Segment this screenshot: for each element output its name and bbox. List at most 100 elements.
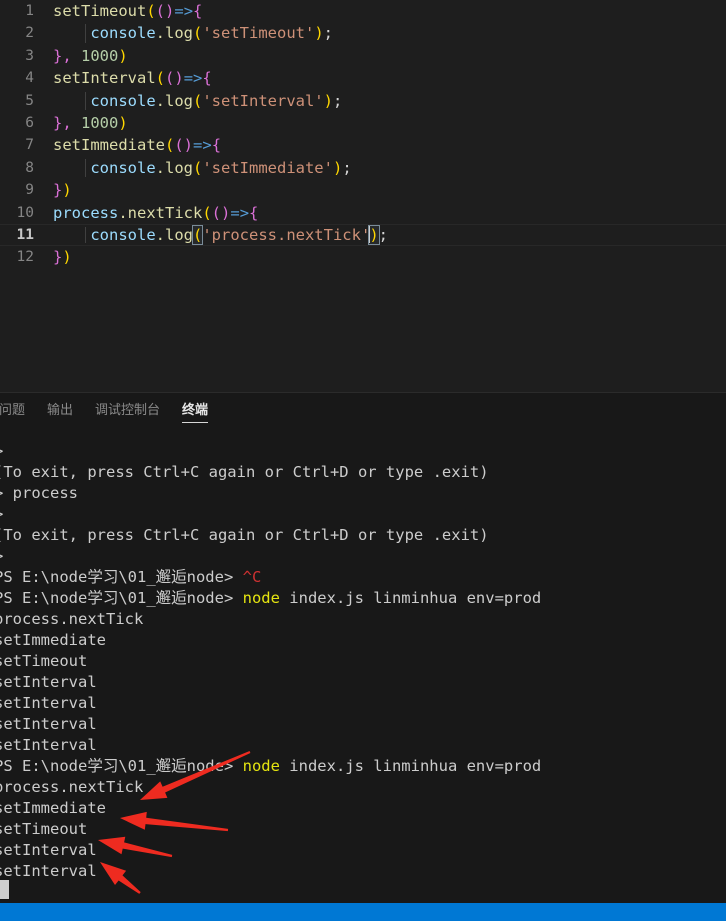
line-number: 8 [25,159,34,176]
terminal-text: PS E:\node学习\01_邂逅node> [0,757,243,775]
token-arrow: => [183,69,203,88]
line-content: setInterval(()=>{ [53,67,212,89]
terminal-text: setInterval [0,694,97,712]
token-bracket: ) [183,136,194,155]
line-number: 1 [25,3,34,19]
token-bracket: ( [165,69,175,88]
token-bracket: ( [202,203,212,222]
token-string: 'process.nextTick' [202,225,371,244]
line-content: console.log('setTimeout'); [53,22,333,44]
terminal-line: PS E:\node学习\01_邂逅node> ^C [0,567,726,588]
terminal-text: > [0,547,3,565]
tab-debug-console[interactable]: 调试控制台 [84,393,171,428]
terminal-line: PS E:\node学习\01_邂逅node> node index.js li… [0,588,726,609]
token-bracket-match-open: ( [191,224,204,245]
token-brace: }, [53,113,81,132]
tab-output[interactable]: 输出 [36,393,84,428]
token-brace: { [202,69,212,88]
tab-label: 终端 [182,403,209,418]
terminal-text: > [0,505,3,523]
tab-label: 问题 [0,403,26,418]
terminal-text: node [242,589,280,607]
terminal-line: setInterval [0,672,726,693]
token-bracket: ) [165,2,175,20]
code-line-active[interactable]: 11 console.log('process.nextTick'); [0,223,726,247]
token-method: .nextTick [118,203,203,222]
token-arrow: => [193,136,212,155]
terminal-line: > [0,546,726,567]
terminal-line: setInterval [0,840,726,861]
token-bracket: ) [221,203,231,222]
token-semicolon: ; [323,24,333,43]
token-brace: { [193,2,203,20]
token-function: setTimeout [53,2,147,20]
panel-tabbar: 问题 输出 调试控制台 终端 [0,393,726,428]
line-number: 3 [25,47,34,64]
code-line[interactable]: 9 }) [0,179,726,201]
line-number: 7 [25,137,34,154]
tab-terminal[interactable]: 终端 [171,393,219,428]
code-line[interactable]: 4 setInterval(()=>{ [0,67,726,89]
line-content: console.log('setImmediate'); [53,157,351,179]
code-line[interactable]: 5 console.log('setInterval'); [0,90,726,112]
terminal-line: process.nextTick [0,609,726,630]
token-bracket: ) [314,24,324,43]
terminal-text: index.js linminhua env=prod [279,757,542,775]
terminal-line: setInterval [0,735,726,756]
terminal-text: setInterval [0,673,97,691]
code-editor[interactable]: 1 setTimeout(()=>{ 2 console.log('setTim… [0,0,726,392]
terminal-text: PS E:\node学习\01_邂逅node> [0,589,243,607]
code-line[interactable]: 8 console.log('setImmediate'); [0,157,726,179]
token-method: .log [155,225,193,244]
token-bracket: ) [118,113,128,132]
line-content: }, 1000) [53,112,128,134]
terminal-text: setInterval [0,862,97,880]
code-line[interactable]: 12 }) [0,246,726,268]
terminal-text: > [0,442,3,460]
terminal-line: setInterval [0,693,726,714]
terminal-text: (To exit, press Ctrl+C again or Ctrl+D o… [0,526,489,544]
terminal-line: (To exit, press Ctrl+C again or Ctrl+D o… [0,525,726,546]
terminal-line: setImmediate [0,630,726,651]
status-bar[interactable] [0,903,726,921]
token-bracket: ( [211,203,222,222]
line-number: 4 [25,70,34,87]
token-function: setImmediate [53,136,165,155]
token-brace: } [53,248,63,267]
code-line[interactable]: 3 }, 1000) [0,45,726,67]
line-content: }) [53,179,72,201]
terminal-text: (To exit, press Ctrl+C again or Ctrl+D o… [0,463,489,481]
token-semicolon: ; [333,91,343,110]
terminal-view[interactable]: > (To exit, press Ctrl+C again or Ctrl+D … [0,428,726,903]
panel-tab-list: 问题 输出 调试控制台 终端 [0,393,219,428]
token-method: .log [155,24,193,43]
code-line[interactable]: 10 process.nextTick(()=>{ [0,202,726,224]
line-content: console.log('process.nextTick'); [53,224,388,245]
token-bracket-match-close: ) [368,224,380,245]
token-brace: { [249,203,259,222]
token-method: .log [155,91,193,110]
code-line-list: 1 setTimeout(()=>{ 2 console.log('setTim… [0,0,726,269]
tab-label: 调试控制台 [95,403,161,418]
code-line[interactable]: 2 console.log('setTimeout'); [0,22,726,44]
token-object: console [90,158,156,177]
code-line[interactable]: 1 setTimeout(()=>{ [0,0,726,22]
terminal-text: setInterval [0,736,97,754]
token-object: process [53,203,119,222]
terminal-line: PS E:\node学习\01_邂逅node> node index.js li… [0,756,726,777]
terminal-text: process.nextTick [0,778,144,796]
code-line[interactable]: 6 }, 1000) [0,112,726,134]
terminal-output: > (To exit, press Ctrl+C again or Ctrl+D … [0,441,726,882]
line-number: 12 [16,249,34,266]
code-line[interactable]: 7 setImmediate(()=>{ [0,134,726,156]
token-bracket: ( [192,91,203,110]
token-bracket: ) [174,69,184,88]
terminal-line: setInterval [0,861,726,882]
token-bracket: ( [192,158,203,177]
line-number: 9 [25,182,34,199]
token-number: 1000 [81,46,119,65]
tab-problems[interactable]: 问题 [0,393,36,428]
